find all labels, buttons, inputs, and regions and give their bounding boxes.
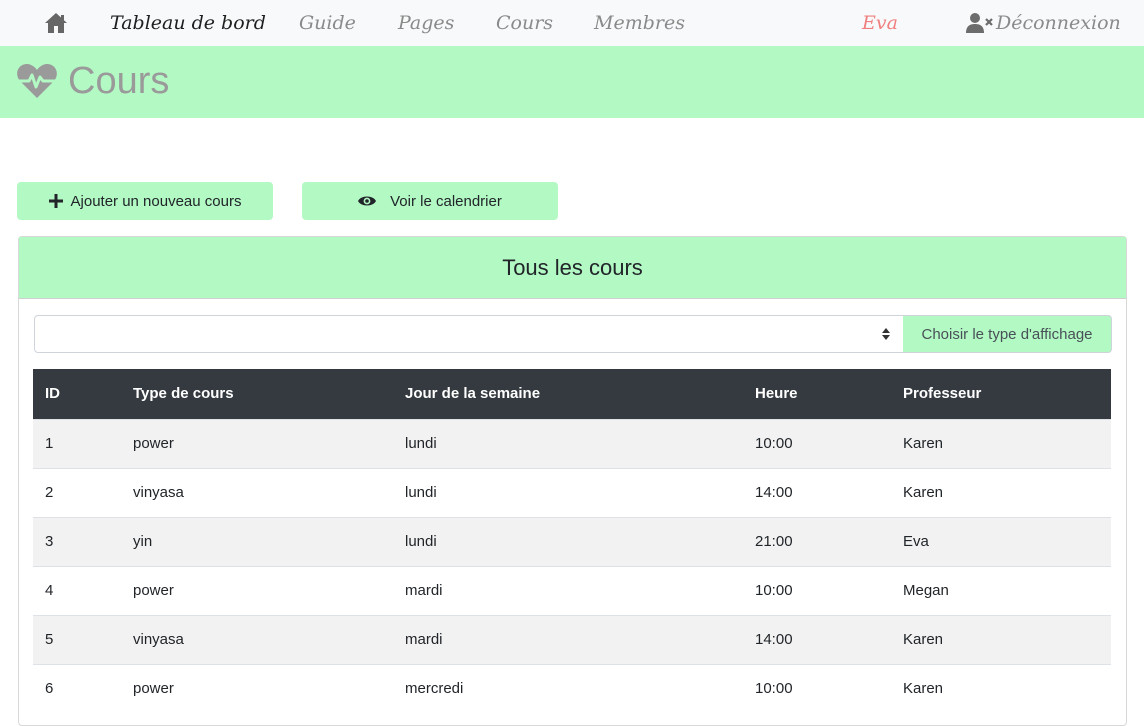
user-times-icon[interactable] <box>966 12 994 34</box>
column-header-hour[interactable]: Heure <box>743 369 891 419</box>
card-title: Tous les cours <box>19 237 1126 299</box>
table-row[interactable]: 5 vinyasa mardi 14:00 Karen <box>33 614 1111 664</box>
column-header-teacher[interactable]: Professeur <box>891 369 1111 419</box>
column-header-type[interactable]: Type de cours <box>121 369 393 419</box>
cell-type: power <box>121 663 393 713</box>
cell-teacher: Karen <box>891 663 1111 713</box>
cell-day: lundi <box>393 516 743 566</box>
cell-teacher: Eva <box>891 516 1111 566</box>
cell-day: lundi <box>393 418 743 468</box>
cell-day: mardi <box>393 614 743 664</box>
cell-hour: 10:00 <box>743 418 891 468</box>
nav-username[interactable]: Eva <box>862 9 898 37</box>
cell-type: power <box>121 418 393 468</box>
table-row[interactable]: 4 power mardi 10:00 Megan <box>33 565 1111 615</box>
plus-icon <box>48 194 63 208</box>
cell-id: 3 <box>33 516 121 566</box>
cell-id: 4 <box>33 565 121 615</box>
heartbeat-icon <box>16 62 58 100</box>
view-calendar-label: Voir le calendrier <box>390 192 502 210</box>
column-header-day[interactable]: Jour de la semaine <box>393 369 743 419</box>
nav-link-members[interactable]: Membres <box>594 9 685 37</box>
home-icon[interactable] <box>44 12 68 34</box>
cell-teacher: Karen <box>891 418 1111 468</box>
nav-logout-link[interactable]: Déconnexion <box>996 9 1121 37</box>
table-row[interactable]: 2 vinyasa lundi 14:00 Karen <box>33 467 1111 517</box>
nav-link-guide[interactable]: Guide <box>299 9 356 37</box>
cell-day: mercredi <box>393 663 743 713</box>
cell-id: 1 <box>33 418 121 468</box>
column-header-id[interactable]: ID <box>33 369 121 419</box>
cell-type: yin <box>121 516 393 566</box>
cell-type: power <box>121 565 393 615</box>
cell-teacher: Karen <box>891 614 1111 664</box>
cell-hour: 21:00 <box>743 516 891 566</box>
nav-link-pages[interactable]: Pages <box>398 9 454 37</box>
add-course-label: Ajouter un nouveau cours <box>70 192 242 210</box>
nav-link-courses[interactable]: Cours <box>496 9 553 37</box>
page-title: Cours <box>68 60 170 102</box>
eye-icon <box>358 195 377 207</box>
cell-type: vinyasa <box>121 614 393 664</box>
cell-type: vinyasa <box>121 467 393 517</box>
table-row[interactable]: 1 power lundi 10:00 Karen <box>33 418 1111 468</box>
courses-table: ID Type de cours Jour de la semaine Heur… <box>33 369 1111 713</box>
cell-id: 6 <box>33 663 121 713</box>
cell-teacher: Megan <box>891 565 1111 615</box>
cell-id: 2 <box>33 467 121 517</box>
display-type-select[interactable] <box>34 315 904 353</box>
add-course-button[interactable]: Ajouter un nouveau cours <box>17 182 273 220</box>
cell-day: mardi <box>393 565 743 615</box>
cell-hour: 10:00 <box>743 663 891 713</box>
table-row[interactable]: 6 power mercredi 10:00 Karen <box>33 663 1111 713</box>
table-row[interactable]: 3 yin lundi 21:00 Eva <box>33 516 1111 566</box>
nav-link-dashboard[interactable]: Tableau de bord <box>110 9 266 37</box>
cell-id: 5 <box>33 614 121 664</box>
cell-teacher: Karen <box>891 467 1111 517</box>
view-calendar-button[interactable]: Voir le calendrier <box>302 182 558 220</box>
select-caret-icon <box>881 327 891 341</box>
choose-display-type-button[interactable]: Choisir le type d'affichage <box>903 315 1112 353</box>
cell-hour: 14:00 <box>743 467 891 517</box>
table-header-row: ID Type de cours Jour de la semaine Heur… <box>33 369 1111 419</box>
top-navbar: Tableau de bord Guide Pages Cours Membre… <box>0 0 1144 46</box>
cell-day: lundi <box>393 467 743 517</box>
page-header: Cours <box>0 46 1144 118</box>
cell-hour: 10:00 <box>743 565 891 615</box>
cell-hour: 14:00 <box>743 614 891 664</box>
